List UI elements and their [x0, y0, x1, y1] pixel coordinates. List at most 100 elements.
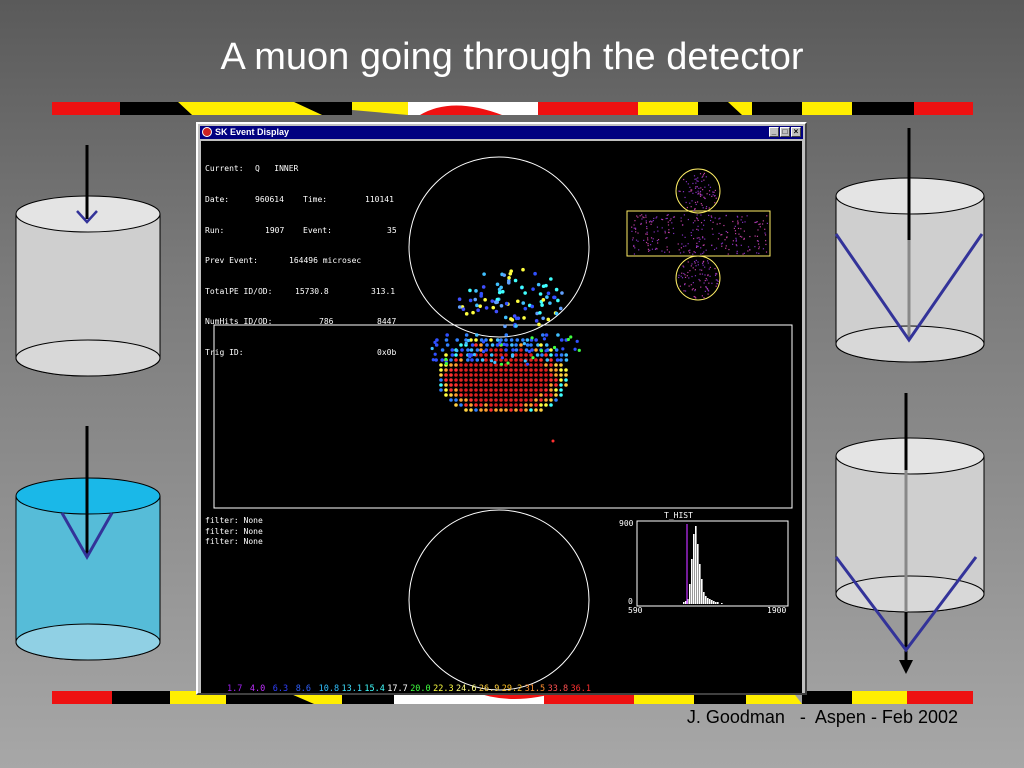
pmt-hit	[504, 398, 508, 402]
od-hit	[694, 201, 697, 204]
pmt-hit	[558, 306, 563, 311]
pmt-hit	[484, 378, 488, 382]
scale-value: 4.0	[249, 684, 266, 693]
od-hit	[695, 259, 697, 262]
od-hit	[708, 282, 710, 284]
pmt-hit	[444, 378, 448, 382]
od-hit	[694, 220, 696, 222]
od-hit	[694, 262, 696, 264]
od-hit	[710, 215, 712, 217]
window-title: SK Event Display	[215, 127, 290, 137]
pmt-hit	[521, 338, 525, 342]
pmt-hit	[552, 295, 557, 300]
od-hit	[687, 261, 689, 263]
pmt-hit	[509, 269, 513, 273]
pmt-hit	[444, 338, 449, 342]
pmt-hit	[474, 388, 478, 392]
od-hit	[689, 202, 691, 204]
pmt-hit	[559, 383, 563, 387]
od-hit	[700, 214, 702, 216]
od-hit	[697, 261, 699, 263]
pmt-hit	[504, 333, 509, 337]
trig-label: Trig ID:	[205, 347, 244, 357]
prev-event-value: 164496 microsec	[289, 256, 362, 266]
od-hit	[691, 289, 693, 291]
event-info-panel: Current: Q INNER Date: 960614 Time: 110141 R…	[205, 144, 401, 379]
od-hit	[697, 219, 699, 221]
od-hit	[653, 217, 655, 220]
pmt-hit	[519, 353, 523, 357]
pmt-hit	[483, 297, 487, 302]
pmt-hit	[430, 346, 434, 351]
pmt-hit	[459, 373, 463, 377]
od-hit	[702, 252, 704, 255]
od-hit	[678, 190, 680, 192]
od-hit	[702, 264, 704, 266]
minimize-button[interactable]: _	[769, 127, 779, 137]
pmt-hit	[489, 408, 493, 412]
pmt-hit	[507, 275, 511, 280]
pmt-hit	[549, 358, 553, 362]
od-hit	[749, 235, 751, 238]
pmt-hit	[439, 388, 443, 392]
pmt-hit	[534, 373, 538, 377]
pmt-hit	[474, 368, 478, 372]
od-hit	[737, 223, 739, 225]
pmt-hit	[539, 383, 543, 387]
pmt-hit	[530, 336, 534, 340]
od-hit	[713, 191, 715, 193]
pmt-hit	[464, 312, 469, 316]
pmt-hit	[561, 347, 565, 351]
pmt-hit	[454, 378, 458, 382]
pmt-hit	[519, 363, 523, 367]
pmt-hit	[545, 295, 549, 299]
pmt-hit	[499, 362, 504, 366]
od-hit	[700, 286, 702, 288]
od-hit	[687, 183, 689, 185]
pmt-hit	[495, 300, 499, 304]
pmt-hit	[519, 348, 523, 352]
histogram-bar	[705, 596, 707, 604]
pmt-hit	[474, 378, 478, 382]
od-hit	[672, 227, 674, 229]
pmt-hit	[445, 343, 450, 347]
cylinder-top-right	[834, 128, 985, 363]
od-hit	[716, 223, 718, 225]
od-hit	[726, 237, 728, 239]
pmt-hit	[509, 338, 514, 342]
charge-color-scale: 1.7 4.0 6.3 8.6 10.8 13.1 15.4 17.7 20.0 22.3 24.6…	[201, 684, 802, 693]
od-hit	[661, 227, 663, 229]
od-hit	[711, 282, 713, 284]
pmt-hit	[503, 324, 507, 329]
od-hit	[705, 176, 707, 178]
event-display-window[interactable]: SK Event Display _ □ × Current: Q INNER D…	[196, 122, 807, 695]
od-hit	[699, 194, 701, 196]
display-canvas[interactable]: Current: Q INNER Date: 960614 Time: 110141 R…	[201, 141, 802, 693]
pmt-hit	[559, 393, 563, 397]
window-titlebar[interactable]: SK Event Display _ □ ×	[200, 126, 803, 139]
pmt-hit	[566, 337, 570, 342]
od-hit	[656, 226, 659, 228]
pmt-hit	[509, 317, 513, 321]
pmt-hit	[454, 353, 458, 357]
od-hit	[703, 174, 705, 176]
od-hit	[664, 230, 666, 232]
pmt-hit	[519, 393, 523, 397]
histogram-bar	[717, 602, 719, 604]
pmt-hit	[509, 373, 513, 377]
od-hit	[699, 173, 702, 175]
close-button[interactable]: ×	[791, 127, 801, 137]
pmt-hit	[536, 343, 540, 347]
pmt-hit	[449, 378, 453, 382]
histogram-bar	[713, 601, 715, 604]
cylinder-bottom-right	[834, 393, 985, 674]
pmt-hit	[444, 393, 448, 397]
od-hit	[635, 231, 637, 233]
od-hit	[732, 220, 734, 223]
od-hit	[666, 217, 668, 220]
pmt-hit	[529, 398, 533, 402]
maximize-button[interactable]: □	[780, 127, 790, 137]
od-hit	[701, 269, 703, 271]
pmt-hit	[489, 359, 494, 363]
pmt-hit	[509, 368, 513, 372]
